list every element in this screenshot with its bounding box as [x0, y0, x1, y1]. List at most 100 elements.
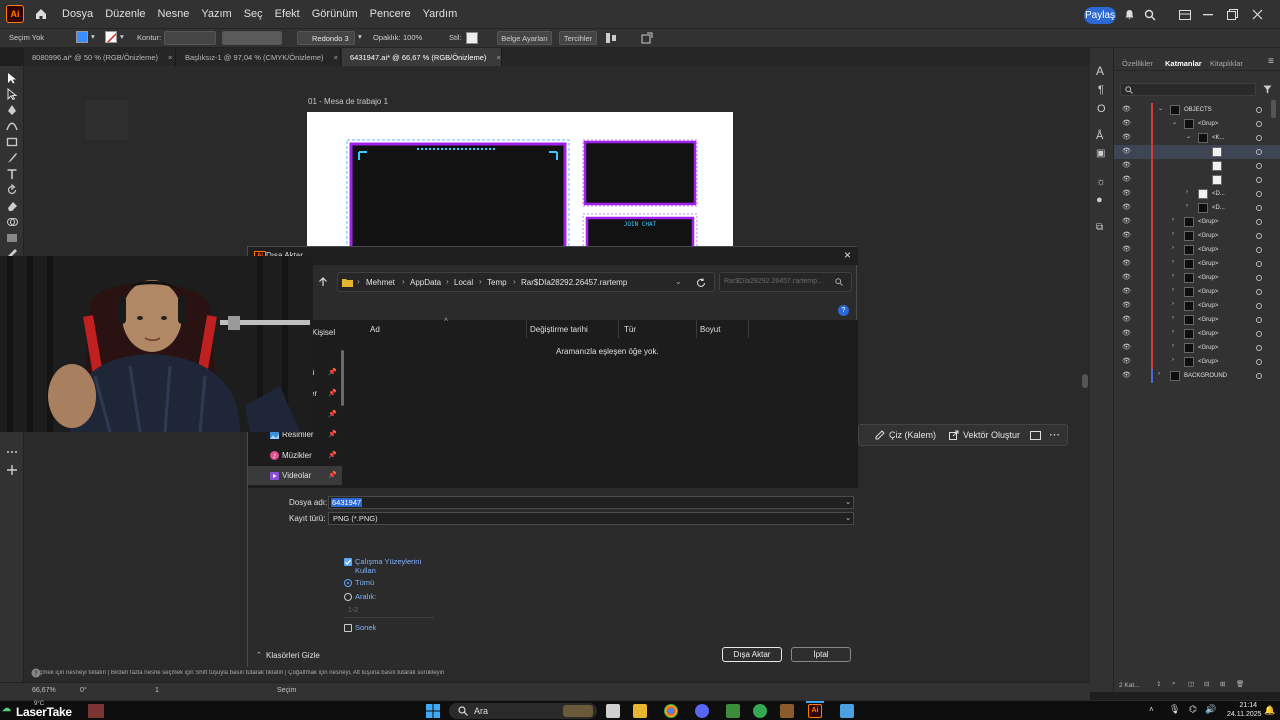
expand-chevron-icon[interactable]: ⌄: [1172, 119, 1177, 126]
stroke-weight-field[interactable]: [164, 31, 216, 45]
task-view-icon[interactable]: [606, 704, 620, 718]
layer-row[interactable]: 👁 › <Grup>: [1114, 257, 1280, 271]
pin-icon[interactable]: 📌: [328, 430, 337, 438]
layer-name[interactable]: <Grup>: [1198, 233, 1218, 239]
layer-name[interactable]: <Grup>: [1198, 359, 1218, 365]
cancel-button[interactable]: İptal: [791, 647, 851, 662]
menu-edit[interactable]: Düzenle: [105, 8, 145, 20]
windows-start-icon[interactable]: [426, 704, 440, 718]
illustrator-taskbar-icon[interactable]: Ai: [808, 704, 822, 718]
layer-name[interactable]: <K...: [1212, 135, 1225, 141]
rotate-tool-icon[interactable]: [6, 184, 18, 196]
chevron-down-icon[interactable]: ▾: [91, 32, 95, 41]
shape-builder-tool-icon[interactable]: [6, 216, 18, 228]
layer-row[interactable]: 👁 › BACKGROUND: [1114, 369, 1280, 383]
filename-input[interactable]: 6431947 ⌄: [328, 496, 854, 509]
image-options-icon[interactable]: [1030, 431, 1041, 440]
arrange-icon[interactable]: [605, 32, 617, 44]
tab-layers[interactable]: Katmanlar: [1165, 59, 1202, 68]
layer-row[interactable]: 👁 ⌄ <Grup>: [1114, 117, 1280, 131]
layer-name[interactable]: <Grup>: [1198, 275, 1218, 281]
sun-icon[interactable]: ☼: [1096, 176, 1106, 188]
layer-name[interactable]: <Grup>: [1198, 219, 1218, 225]
layer-name[interactable]: <Grup>: [1198, 289, 1218, 295]
expand-chevron-icon[interactable]: ›: [1172, 231, 1174, 237]
help-icon[interactable]: ?: [838, 305, 849, 316]
nav-item-music[interactable]: Müzikler: [282, 451, 312, 460]
document-setup-button[interactable]: Belge Ayarları: [497, 31, 552, 45]
visibility-eye-icon[interactable]: 👁: [1122, 371, 1131, 379]
visibility-eye-icon[interactable]: 👁: [1122, 105, 1131, 113]
winrar-icon[interactable]: [780, 704, 794, 718]
tab-document-1[interactable]: 8080996.ai* @ 50 % (RGB/Önizleme) ×: [24, 48, 176, 66]
menu-help[interactable]: Yardım: [423, 8, 458, 20]
visibility-eye-icon[interactable]: 👁: [1122, 217, 1131, 225]
visibility-eye-icon[interactable]: 👁: [1122, 329, 1131, 337]
paintbrush-tool-icon[interactable]: [6, 152, 18, 164]
layer-target-circle[interactable]: [1256, 107, 1262, 113]
range-input[interactable]: 1-2: [344, 605, 434, 618]
layer-target-circle[interactable]: [1256, 177, 1262, 183]
layer-row[interactable]: 👁: [1114, 173, 1280, 187]
layer-target-circle[interactable]: [1256, 317, 1262, 323]
layer-row[interactable]: 👁 › <Grup>: [1114, 271, 1280, 285]
visibility-eye-icon[interactable]: 👁: [1122, 287, 1131, 295]
trash-icon[interactable]: 🗑: [1236, 680, 1244, 688]
layer-target-circle[interactable]: [1256, 345, 1262, 351]
eraser-tool-icon[interactable]: [6, 200, 18, 212]
export-button[interactable]: Dışa Aktar: [722, 647, 782, 662]
visibility-eye-icon[interactable]: 👁: [1122, 231, 1131, 239]
layer-row[interactable]: 👁 ⌄ <K...: [1114, 131, 1280, 145]
puppet-warp-tool-icon[interactable]: [6, 464, 18, 476]
address-bar[interactable]: › Mehmet › AppData › Local › Temp › Rar$…: [337, 272, 715, 292]
zoom-level[interactable]: 66,67%: [32, 687, 56, 694]
layer-target-circle[interactable]: [1256, 149, 1262, 155]
layer-name[interactable]: <Grup>: [1198, 303, 1218, 309]
layer-target-circle[interactable]: [1256, 275, 1262, 281]
expand-chevron-icon[interactable]: ›: [1172, 273, 1174, 279]
range-radio[interactable]: [344, 593, 352, 601]
layer-row[interactable]: 👁 › <Grup>: [1114, 341, 1280, 355]
vectorize-button[interactable]: Vektör Oluştur: [963, 430, 1020, 440]
dialog-search-input[interactable]: Rar$DIa28292.26457.rartemp...: [719, 272, 852, 292]
artboard-label[interactable]: 01 - Mesa de trabajo 1: [308, 97, 388, 106]
layer-row[interactable]: 👁 › <Grup>: [1114, 327, 1280, 341]
pin-icon[interactable]: 📌: [328, 389, 337, 397]
layer-target-circle[interactable]: [1256, 289, 1262, 295]
close-icon[interactable]: ×: [844, 248, 851, 262]
file-explorer-icon[interactable]: [633, 704, 647, 718]
close-icon[interactable]: ×: [168, 53, 172, 62]
menu-type[interactable]: Yazım: [201, 8, 231, 20]
tab-properties[interactable]: Özellikler: [1122, 59, 1153, 68]
glyphs-icon[interactable]: Å: [1096, 130, 1103, 142]
search-icon[interactable]: [1144, 9, 1156, 21]
vertical-scrollbar[interactable]: [1080, 66, 1090, 682]
more-icon[interactable]: ⋯: [1049, 428, 1060, 441]
style-swatch[interactable]: [466, 32, 478, 44]
chevron-down-icon[interactable]: ⌄: [845, 513, 851, 522]
breadcrumb-item[interactable]: Temp: [487, 278, 507, 287]
bell-icon[interactable]: [1124, 9, 1135, 20]
layer-name[interactable]: BACKGROUND: [1184, 373, 1227, 379]
layer-name[interactable]: <Grup>: [1198, 331, 1218, 337]
variable-width-field[interactable]: [222, 31, 282, 45]
type-tool-icon[interactable]: [6, 168, 18, 180]
draw-pencil-button[interactable]: Çiz (Kalem): [889, 430, 936, 440]
menu-view[interactable]: Görünüm: [312, 8, 358, 20]
isolate-icon[interactable]: [641, 32, 653, 44]
layer-row[interactable]: 👁 ⌄ OBJECTS: [1114, 103, 1280, 117]
layer-row[interactable]: 👁: [1114, 145, 1280, 159]
chevron-down-icon[interactable]: ▾: [120, 32, 124, 41]
rectangle-tool-icon[interactable]: [6, 136, 18, 148]
scrollbar-thumb[interactable]: [1082, 374, 1088, 388]
visibility-eye-icon[interactable]: 👁: [1122, 133, 1131, 141]
column-header-modified[interactable]: Değiştirme tarihi: [530, 325, 588, 334]
panel-menu-icon[interactable]: ≡: [1268, 56, 1274, 67]
character-icon[interactable]: A: [1096, 64, 1104, 78]
workspace-icon[interactable]: [1179, 10, 1191, 20]
layer-target-circle[interactable]: [1256, 205, 1262, 211]
layer-target-circle[interactable]: [1256, 331, 1262, 337]
breadcrumb-item[interactable]: Local: [454, 278, 473, 287]
visibility-eye-icon[interactable]: 👁: [1122, 259, 1131, 267]
microphone-icon[interactable]: 🎙: [1169, 704, 1180, 715]
